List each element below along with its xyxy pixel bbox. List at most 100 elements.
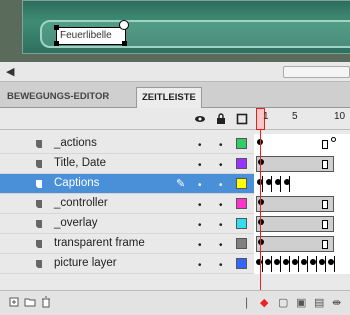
keyframe[interactable] [301,259,307,265]
visibility-dot[interactable]: • [198,220,202,231]
edit-multiple-frames-icon[interactable]: ▤ [314,296,324,309]
layer-name[interactable]: Captions [54,177,99,189]
frame-cells[interactable] [254,254,350,274]
selection-handle[interactable] [54,41,59,46]
keyframe[interactable] [256,259,262,265]
lock-dot[interactable]: • [219,180,223,191]
layer-icon [34,240,42,248]
keyframe[interactable] [274,259,280,265]
lock-dot[interactable]: • [219,240,223,251]
layer-color-swatch[interactable] [236,138,247,149]
layer-color-swatch[interactable] [236,198,247,209]
visibility-dot[interactable]: • [198,240,202,251]
panel-tabs: BEWEGUNGS-EDITOR ZEITLEISTE [0,82,350,108]
layer-row-captions[interactable]: Captions ✎ • • [0,174,350,194]
frame-ruler[interactable]: 1 5 10 [254,108,350,130]
tab-timeline[interactable]: ZEITLEISTE [136,87,202,108]
frame-cells[interactable] [254,154,350,174]
frame-cells[interactable] [254,194,350,214]
selection-handle[interactable] [54,25,59,30]
end-keyframe[interactable] [322,240,328,249]
resize-handle-icon[interactable]: ❘ [242,296,251,309]
layer-color-swatch[interactable] [236,218,247,229]
action-keyframe[interactable] [331,137,336,142]
stage-text-label[interactable]: Feuerlibelle [56,27,126,45]
frame-cell[interactable] [254,176,263,192]
new-folder-icon[interactable] [24,296,36,311]
layer-row-transparent-frame[interactable]: transparent frame • • [0,234,350,254]
new-layer-icon[interactable] [8,296,20,311]
onion-skin-outline-icon[interactable]: ▣ [296,296,306,309]
end-keyframe[interactable] [322,220,328,229]
layer-row-controller[interactable]: _controller • • [0,194,350,214]
ruler-mark: 10 [334,111,346,122]
ruler-mark: 1 [263,111,269,122]
eye-icon[interactable] [194,113,206,125]
keyframe[interactable] [258,239,264,245]
lock-dot[interactable]: • [219,160,223,171]
frame-cell[interactable] [281,176,290,192]
frame-cell[interactable] [263,176,272,192]
keyframe[interactable] [292,259,298,265]
lock-dot[interactable]: • [219,140,223,151]
keyframe[interactable] [319,259,325,265]
playhead-line [260,130,261,306]
ruler-mark: 5 [292,111,298,122]
frame-cells[interactable] [254,174,350,194]
layer-list: _actions • • Title, Date • • Captions ✎ … [0,130,350,290]
frame-cells[interactable] [254,214,350,234]
layer-name[interactable]: Title, Date [54,157,106,169]
layer-name[interactable]: _overlay [54,217,97,229]
keyframe[interactable] [258,219,264,225]
layer-row-overlay[interactable]: _overlay • • [0,214,350,234]
layer-color-swatch[interactable] [236,158,247,169]
visibility-dot[interactable]: • [198,160,202,171]
transform-handle[interactable] [119,20,129,30]
frame-cells[interactable] [254,234,350,254]
center-frame-icon[interactable]: ◆ [260,296,268,309]
keyframe[interactable] [258,159,264,165]
pencil-icon: ✎ [176,178,186,190]
layer-color-swatch[interactable] [236,178,247,189]
visibility-dot[interactable]: • [198,200,202,211]
trash-icon[interactable] [40,296,52,311]
keyframe[interactable] [258,199,264,205]
layer-icon [34,180,42,188]
layer-color-swatch[interactable] [236,238,247,249]
horizontal-scrollbar[interactable]: ◀ [0,62,350,82]
layer-row-actions[interactable]: _actions • • [0,134,350,154]
end-keyframe[interactable] [322,200,328,209]
outline-icon[interactable] [236,113,248,125]
visibility-dot[interactable]: • [198,180,202,191]
selection-handle[interactable] [122,41,127,46]
layer-icon [34,260,42,268]
lock-icon[interactable] [215,113,227,125]
layer-name[interactable]: _actions [54,137,97,149]
scrollbar-thumb[interactable] [283,66,350,78]
lock-dot[interactable]: • [219,220,223,231]
layer-row-title-date[interactable]: Title, Date • • [0,154,350,174]
layer-name[interactable]: transparent frame [54,237,145,249]
keyframe[interactable] [283,259,289,265]
lock-dot[interactable]: • [219,200,223,211]
tab-motion-editor[interactable]: BEWEGUNGS-EDITOR [2,87,114,108]
layer-name[interactable]: picture layer [54,257,117,269]
layer-name[interactable]: _controller [54,197,108,209]
onion-skin-icon[interactable]: ▢ [278,296,288,309]
end-keyframe[interactable] [322,160,328,169]
keyframe[interactable] [328,259,334,265]
frame-cell[interactable] [272,176,281,192]
modify-onion-markers-icon[interactable]: ⇼ [332,296,341,309]
keyframe[interactable] [265,259,271,265]
frame-cells[interactable] [254,134,350,154]
layer-row-picture-layer[interactable]: picture layer • • [0,254,350,274]
layer-color-swatch[interactable] [236,258,247,269]
visibility-dot[interactable]: • [198,140,202,151]
lock-dot[interactable]: • [219,260,223,271]
keyframe[interactable] [310,259,316,265]
layer-icon [34,200,42,208]
scroll-left-icon[interactable]: ◀ [6,65,14,78]
end-keyframe[interactable] [322,140,328,149]
visibility-dot[interactable]: • [198,260,202,271]
stage-area[interactable]: Feuerlibelle [0,0,350,62]
